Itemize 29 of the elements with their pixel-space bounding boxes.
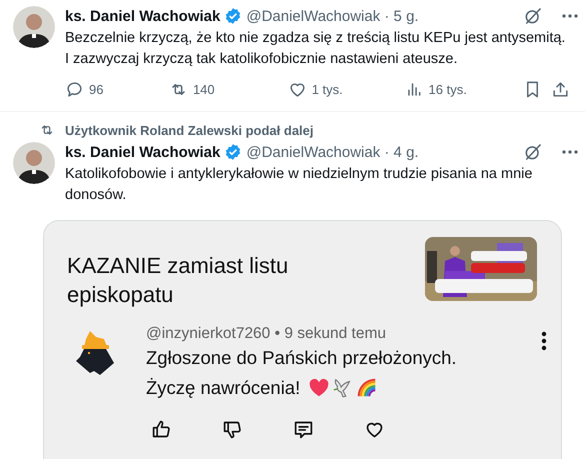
comment-meta: @inzynierkot7260 • 9 sekund temu xyxy=(146,325,388,343)
cat-helmet-avatar-icon xyxy=(74,329,116,377)
tweet-text: Bezczelnie krzyczą, że kto nie zgadza się z treścią listu KEPu jest antysemitą. I zazwyczaj krzyczą tak katolikofobicznie nastawieni ateusze. xyxy=(65,29,566,69)
rainbow-icon xyxy=(356,377,378,399)
comment-text: Życzę nawrócenia! xyxy=(146,376,300,400)
reply-icon[interactable] xyxy=(65,80,84,99)
tweet-text: Katolikofobowie i antyklerykałowie w niedzielnym trudzie pisania na mnie donosów. xyxy=(65,165,534,205)
handle-and-time[interactable]: @DanielWachowiak · 5 g. xyxy=(246,8,419,24)
slashed-circle-icon[interactable] xyxy=(523,142,543,162)
retweet-count: 140 xyxy=(192,82,215,97)
comment-icon[interactable] xyxy=(293,419,314,440)
slashed-circle-icon[interactable] xyxy=(523,6,543,26)
author-name[interactable]: ks. Daniel Wachowiak xyxy=(65,8,220,24)
card-title: KAZANIE zamiast listu episkopatu xyxy=(67,252,290,309)
thumb-down-icon[interactable] xyxy=(222,419,243,440)
handle-and-time[interactable]: @DanielWachowiak · 4 g. xyxy=(246,144,419,160)
avatar[interactable] xyxy=(13,142,55,184)
author-name[interactable]: ks. Daniel Wachowiak xyxy=(65,144,220,160)
thumb-up-icon[interactable] xyxy=(151,419,172,440)
avatar[interactable] xyxy=(13,6,55,48)
views-count: 16 tys. xyxy=(428,82,467,97)
share-icon[interactable] xyxy=(551,80,570,99)
reply-count: 96 xyxy=(89,82,104,97)
more-icon[interactable] xyxy=(541,331,547,351)
comment-text: Zgłoszone do Pańskich przełożonych. xyxy=(146,346,457,370)
like-count: 1 tys. xyxy=(312,82,343,97)
retweet-context[interactable]: Użytkownik Roland Zalewski podał dalej xyxy=(65,122,314,138)
heart-icon xyxy=(308,377,330,399)
link-card[interactable]: KAZANIE zamiast listu episkopatu @inzynierkot7260 • 9 sekund temu Zgłoszone do Pańskich przełożonych. Życzę nawrócenia! xyxy=(43,220,562,459)
